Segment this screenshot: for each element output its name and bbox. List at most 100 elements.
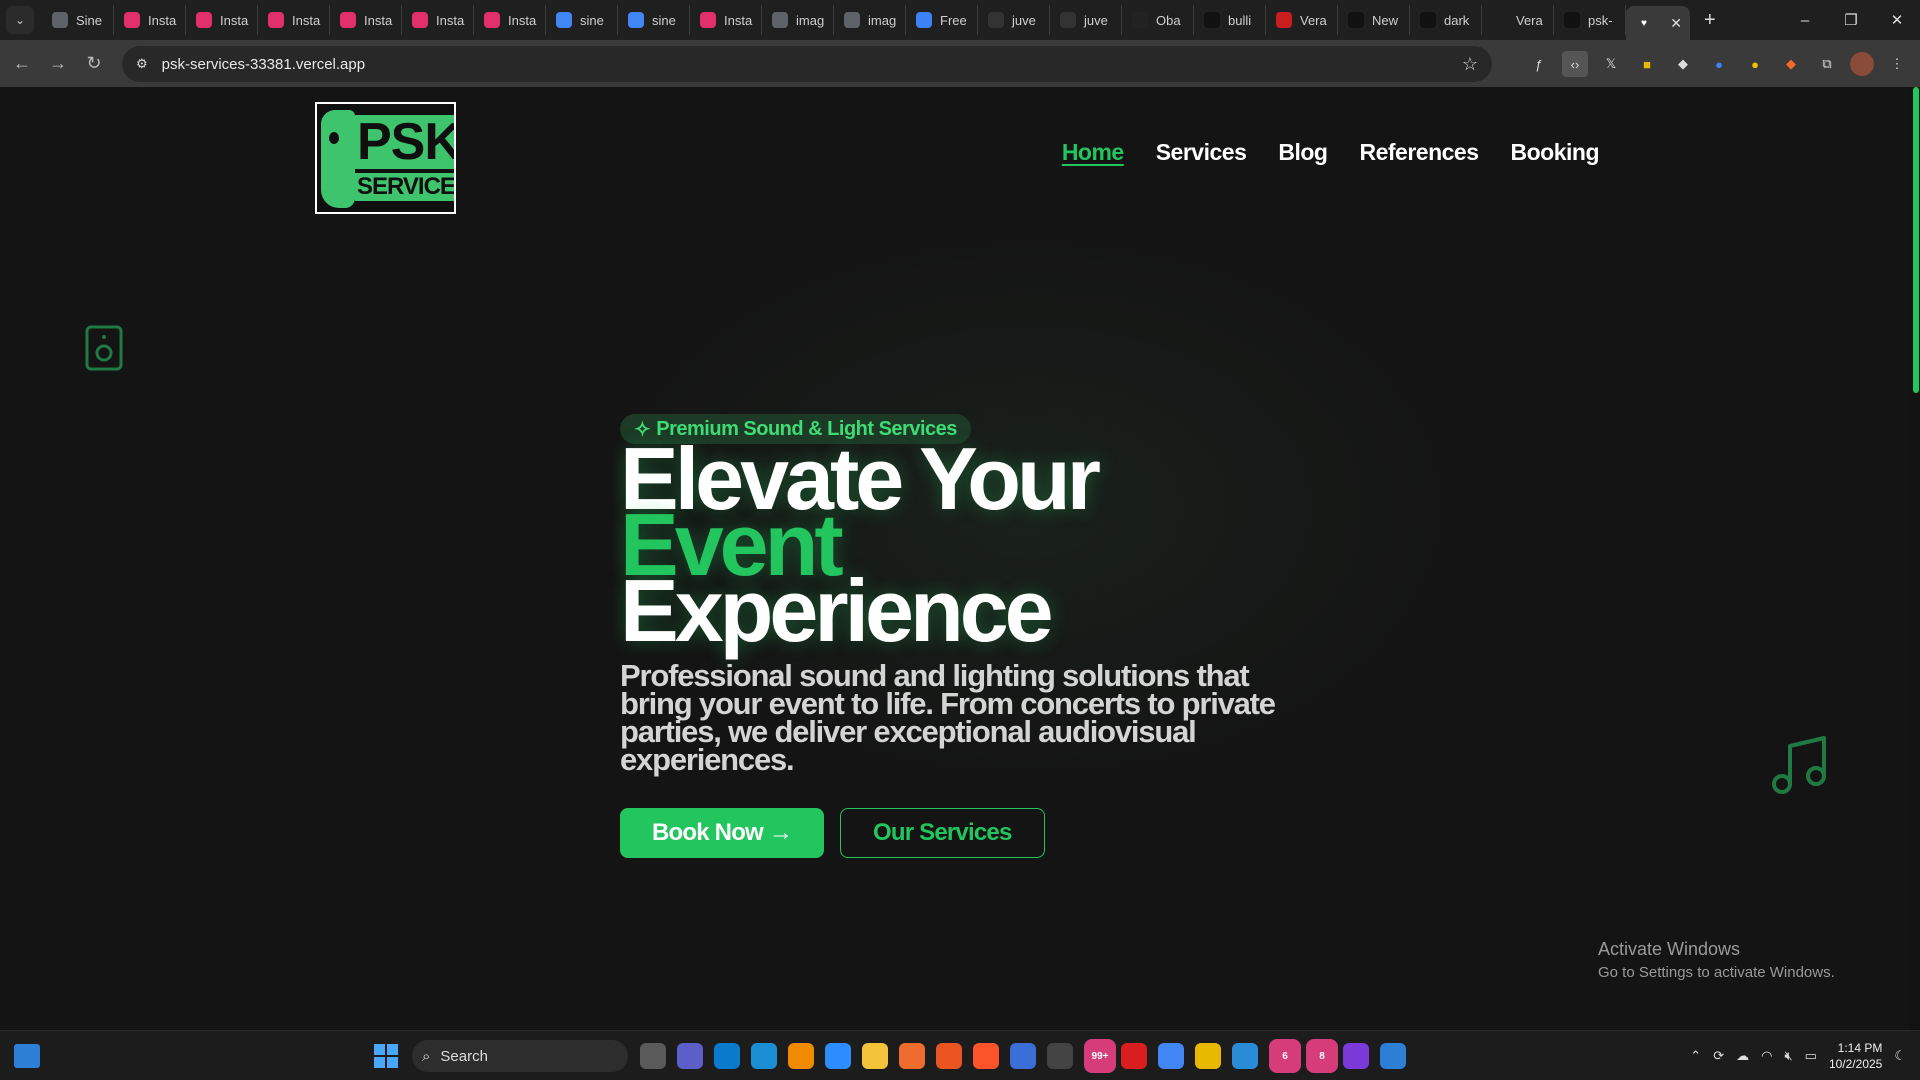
lion-extension-icon[interactable]: ● — [1742, 51, 1768, 77]
tab-label: dark — [1444, 12, 1470, 28]
page-scrollbar[interactable] — [1910, 87, 1920, 1030]
vscode-icon[interactable] — [714, 1043, 740, 1069]
app-yellow-icon[interactable] — [1195, 1043, 1221, 1069]
yellow-extension-icon[interactable]: ■ — [1634, 51, 1660, 77]
browser-tab[interactable]: Insta — [114, 5, 186, 35]
browser-tab[interactable]: Insta — [402, 5, 474, 35]
reload-button[interactable]: ↻ — [76, 46, 112, 82]
x-extension-icon[interactable]: 𝕏 — [1598, 51, 1624, 77]
notifications-icon[interactable]: ☾ — [1894, 1048, 1906, 1064]
browser-tab[interactable]: dark — [1410, 5, 1482, 35]
browser-tab[interactable]: bulli — [1194, 5, 1266, 35]
bookmark-star-icon[interactable]: ☆ — [1462, 54, 1478, 75]
browser-tab[interactable]: imag — [762, 5, 834, 35]
brave-icon[interactable] — [973, 1043, 999, 1069]
battery-icon[interactable]: ▭ — [1805, 1048, 1817, 1064]
browser-tab[interactable]: Insta — [186, 5, 258, 35]
puzzle-extensions-icon[interactable]: ⧉ — [1814, 51, 1840, 77]
file-explorer-icon[interactable] — [862, 1043, 888, 1069]
profile-avatar[interactable] — [1850, 52, 1874, 76]
tab-search-button[interactable]: ⌄ — [6, 6, 34, 34]
tag-extension-icon[interactable]: ◆ — [1670, 51, 1696, 77]
fox-extension-icon[interactable]: ◆ — [1778, 51, 1804, 77]
maximize-button[interactable]: ❐ — [1828, 0, 1874, 40]
nav-references[interactable]: References — [1359, 139, 1479, 166]
chrome-icon[interactable] — [1158, 1043, 1184, 1069]
triangle-icon — [1204, 12, 1220, 28]
our-services-button[interactable]: Our Services — [840, 808, 1045, 858]
app-flag-icon[interactable] — [1343, 1043, 1369, 1069]
browser-tab[interactable]: Free — [906, 5, 978, 35]
chrome-profile-2-icon[interactable]: 8 — [1306, 1039, 1338, 1073]
nav-blog[interactable]: Blog — [1278, 139, 1328, 166]
remote-desktop-icon[interactable] — [1232, 1043, 1258, 1069]
start-button[interactable] — [374, 1044, 398, 1068]
fx-extension-icon[interactable]: ƒ — [1526, 51, 1552, 77]
active-browser-tab[interactable]: ♥ ✕ — [1626, 6, 1690, 40]
app-icon[interactable] — [1010, 1043, 1036, 1069]
new-tab-button[interactable]: + — [1704, 9, 1716, 32]
browser-tab[interactable]: Sine — [42, 5, 114, 35]
close-window-button[interactable]: ✕ — [1874, 0, 1920, 40]
widgets-icon[interactable] — [14, 1044, 40, 1068]
tab-label: bulli — [1228, 12, 1252, 28]
back-button[interactable]: ← — [4, 46, 40, 82]
wifi-icon[interactable]: ◠ — [1761, 1048, 1772, 1064]
browser-tab[interactable]: juve — [978, 5, 1050, 35]
book-now-button[interactable]: Book Now → — [620, 808, 824, 858]
close-tab-icon[interactable]: ✕ — [1670, 15, 1682, 32]
notification-badge: 99+ — [1084, 1039, 1116, 1073]
chevron-up-icon[interactable]: ⌃ — [1690, 1048, 1701, 1064]
kebab-menu-icon[interactable]: ⋮ — [1884, 51, 1910, 77]
site-settings-icon[interactable]: ⚙ — [136, 56, 148, 72]
triangle-icon — [1348, 12, 1364, 28]
tab-label: Sine — [76, 12, 103, 28]
nav-booking[interactable]: Booking — [1511, 139, 1600, 166]
zoom-icon[interactable] — [825, 1043, 851, 1069]
address-bar[interactable]: ⚙ psk-services-33381.vercel.app ☆ — [122, 46, 1492, 82]
browser-tab[interactable]: Vera — [1482, 5, 1554, 35]
taskbar-search[interactable]: ⌕ Search — [412, 1040, 628, 1072]
browser-tab[interactable]: Insta — [258, 5, 330, 35]
scrollbar-thumb[interactable] — [1913, 87, 1919, 393]
notification-badge: 6 — [1269, 1039, 1301, 1073]
code-extension-icon[interactable]: ‹› — [1562, 51, 1588, 77]
forward-button[interactable]: → — [40, 46, 76, 82]
browser-tab[interactable]: Insta — [474, 5, 546, 35]
taskbar-apps: 99+ 6 8 — [640, 1039, 1406, 1073]
cloud-icon[interactable]: ☁ — [1736, 1048, 1749, 1064]
browser-tab[interactable]: imag — [834, 5, 906, 35]
browser-tab[interactable]: Vera — [1266, 5, 1338, 35]
volume-muted-icon[interactable]: 🔇︎ — [1784, 1048, 1792, 1064]
whatsapp-icon[interactable]: 99+ — [1084, 1039, 1116, 1073]
nav-services[interactable]: Services — [1156, 139, 1247, 166]
media-player-icon[interactable] — [1047, 1043, 1073, 1069]
postman-icon[interactable] — [899, 1043, 925, 1069]
triangle-icon — [1564, 12, 1580, 28]
browser-tab[interactable]: New — [1338, 5, 1410, 35]
nav-home[interactable]: Home — [1062, 139, 1124, 166]
sync-icon[interactable]: ⟳ — [1713, 1048, 1724, 1064]
browser-tab[interactable]: juve — [1050, 5, 1122, 35]
browser-tab[interactable]: Insta — [330, 5, 402, 35]
app-blue-icon[interactable] — [1380, 1043, 1406, 1069]
browser-tab[interactable]: sine — [618, 5, 690, 35]
psk-logo[interactable]: PSK SERVICES — [315, 102, 456, 214]
blue-extension-icon[interactable]: ● — [1706, 51, 1732, 77]
edge-icon[interactable] — [751, 1043, 777, 1069]
teams-icon[interactable] — [677, 1043, 703, 1069]
logo-text-bottom: SERVICES — [355, 173, 455, 201]
browser-tab[interactable]: psk- — [1554, 5, 1626, 35]
vlc-icon[interactable] — [788, 1043, 814, 1069]
chrome-profile-icon[interactable]: 6 — [1269, 1039, 1301, 1073]
flash-icon[interactable] — [1121, 1043, 1147, 1069]
clock[interactable]: 1:14 PM 10/2/2025 — [1829, 1040, 1882, 1072]
tab-label: New — [1372, 12, 1399, 28]
ubuntu-icon[interactable] — [936, 1043, 962, 1069]
browser-tab[interactable]: Oba — [1122, 5, 1194, 35]
task-view-icon[interactable] — [640, 1043, 666, 1069]
browser-tab[interactable]: Insta — [690, 5, 762, 35]
browser-tab-bar: ⌄ Sine Insta Insta Insta Insta Insta Insta sine… — [0, 0, 1920, 40]
minimize-button[interactable]: – — [1782, 0, 1828, 40]
browser-tab[interactable]: sine — [546, 5, 618, 35]
